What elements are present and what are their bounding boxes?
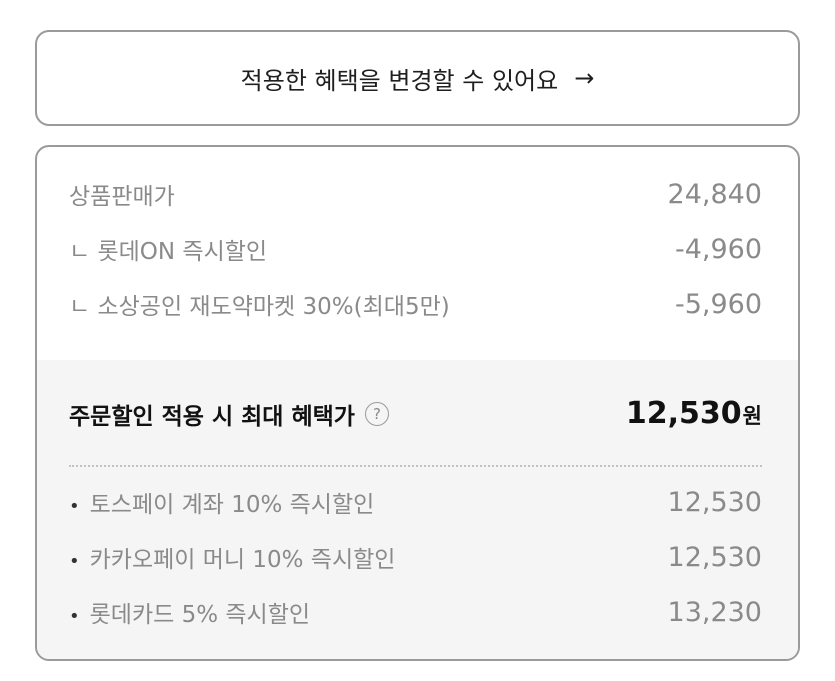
arrow-right-icon: → [574, 64, 595, 92]
price-row-label: ㄴ 롯데ON 즉시할인 [69, 239, 268, 265]
bullet-icon: • [69, 496, 80, 517]
payment-row-label-group: • 토스페이 계좌 10% 즉시할인 [69, 485, 374, 519]
max-benefit-label: 주문할인 적용 시 최대 혜택가 [69, 403, 355, 430]
change-benefits-label: 적용한 혜택을 변경할 수 있어요 [240, 66, 559, 95]
price-breakdown-card: 상품판매가 24,840 ㄴ 롯데ON 즉시할인 -4,960 ㄴ 소상공인 재… [35, 145, 800, 661]
payment-row-value: 13,230 [667, 596, 762, 628]
payment-row-label: 롯데카드 5% 즉시할인 [89, 602, 311, 628]
payment-row-kakaopay: • 카카오페이 머니 10% 즉시할인 12,530 [69, 540, 762, 574]
price-row-value: -5,960 [674, 288, 762, 320]
help-icon[interactable]: ? [364, 401, 389, 426]
payment-row-label: 카카오페이 머니 10% 즉시할인 [89, 547, 396, 573]
payment-row-label: 토스페이 계좌 10% 즉시할인 [89, 492, 375, 518]
price-row-value: 24,840 [667, 178, 762, 210]
dotted-divider [69, 465, 762, 467]
payment-row-value: 12,530 [667, 541, 762, 573]
payment-row-label-group: • 롯데카드 5% 즉시할인 [69, 595, 310, 629]
price-row-value: -4,960 [674, 233, 762, 265]
max-benefit-label-group: 주문할인 적용 시 최대 혜택가 ? [69, 397, 389, 431]
payment-row-tosspay: • 토스페이 계좌 10% 즉시할인 12,530 [69, 485, 762, 519]
change-benefits-button[interactable]: 적용한 혜택을 변경할 수 있어요 → [35, 30, 800, 126]
payment-row-label-group: • 카카오페이 머니 10% 즉시할인 [69, 540, 395, 574]
payment-row-lottecard: • 롯데카드 5% 즉시할인 13,230 [69, 595, 762, 629]
price-row-sale-price: 상품판매가 24,840 [69, 177, 762, 211]
bullet-icon: • [69, 551, 80, 572]
bullet-icon: • [69, 606, 80, 627]
max-benefit-row: 주문할인 적용 시 최대 혜택가 ? 12,530 원 [69, 396, 762, 431]
price-row-small-business-discount: ㄴ 소상공인 재도약마켓 30%(최대5만) -5,960 [69, 287, 762, 321]
max-benefit-value: 12,530 [625, 396, 742, 431]
max-benefit-price: 12,530 원 [626, 396, 762, 431]
payment-row-value: 12,530 [667, 486, 762, 518]
price-row-label: 상품판매가 [69, 184, 175, 210]
currency-unit: 원 [742, 404, 762, 428]
price-row-label: ㄴ 소상공인 재도약마켓 30%(최대5만) [69, 294, 450, 320]
price-row-lotteon-discount: ㄴ 롯데ON 즉시할인 -4,960 [69, 232, 762, 266]
